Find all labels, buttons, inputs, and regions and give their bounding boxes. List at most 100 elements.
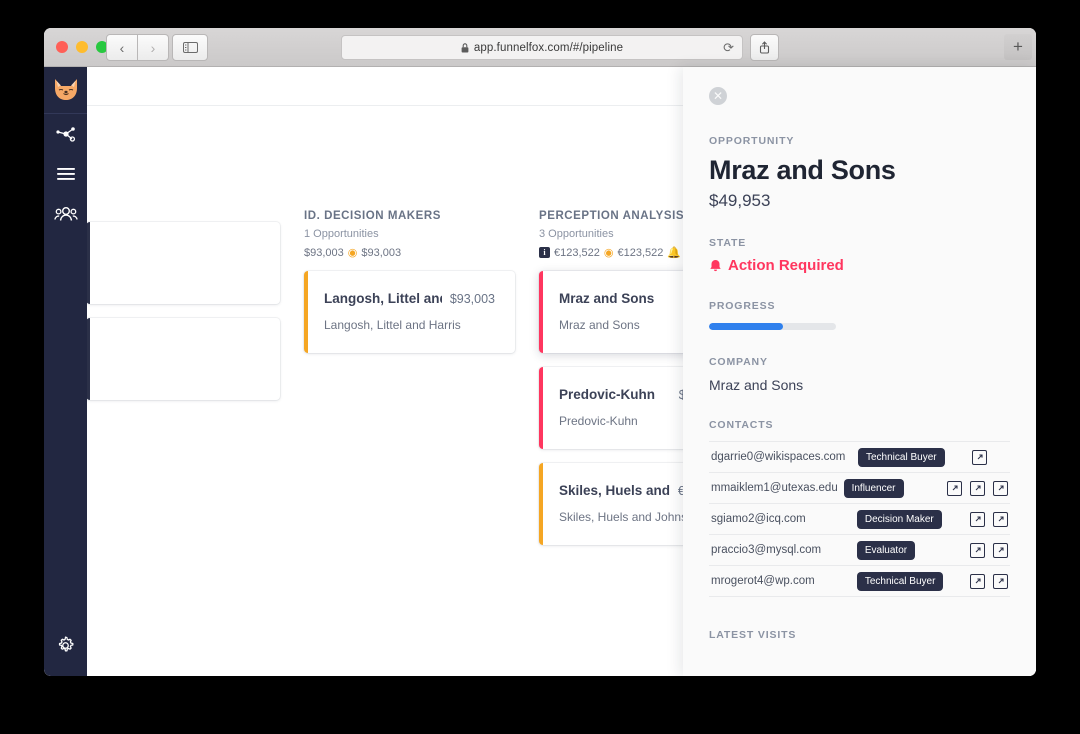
table-row[interactable]: mrogerot4@wp.comTechnical Buyer: [709, 566, 1010, 597]
lock-icon: [461, 43, 469, 53]
url-text: app.funnelfox.com/#/pipeline: [474, 42, 623, 54]
company-value: Mraz and Sons: [709, 377, 1010, 393]
column-stat-value: $93,003: [361, 247, 401, 259]
contact-links[interactable]: [947, 481, 1008, 496]
progress-label: PROGRESS: [709, 300, 1010, 312]
new-tab-button[interactable]: +: [1004, 34, 1032, 60]
app-area: ID. DECISION MAKERS 1 Opportunities $93,00…: [44, 67, 1036, 676]
address-bar[interactable]: app.funnelfox.com/#/pipeline ⟳: [341, 35, 743, 60]
minimize-window-button[interactable]: [76, 41, 88, 53]
open-external-icon[interactable]: [993, 543, 1008, 558]
column-opportunity-count: 1 Opportunities: [304, 228, 515, 240]
eye-icon: ◉: [604, 246, 614, 259]
opportunity-card[interactable]: [87, 222, 280, 304]
contact-role-badge: Influencer: [844, 479, 904, 498]
table-row[interactable]: sgiamo2@icq.comDecision Maker: [709, 504, 1010, 535]
screen: ‹ › app.funnelfox.com/#/pipeline ⟳: [0, 0, 1080, 734]
card-accent-bar: [539, 367, 543, 449]
people-icon: [54, 205, 78, 223]
card-company: [87, 338, 280, 350]
bell-icon: [709, 259, 722, 273]
open-external-icon[interactable]: [947, 481, 962, 496]
column-stat-value: €123,522: [618, 247, 664, 259]
bell-icon: 🔔: [667, 246, 681, 259]
close-icon[interactable]: ✕: [709, 87, 727, 105]
card-title: Skiles, Huels and J…: [559, 483, 670, 498]
open-external-icon[interactable]: [993, 481, 1008, 496]
funnelfox-fox-logo[interactable]: [44, 67, 87, 114]
company-label: COMPANY: [709, 356, 1010, 368]
open-external-icon[interactable]: [970, 574, 985, 589]
state-label: STATE: [709, 237, 1010, 249]
progress-bar: [709, 323, 836, 330]
eye-icon: ◉: [348, 246, 358, 259]
sidebar-item-list[interactable]: [44, 154, 87, 194]
status-badge: Action Required: [709, 257, 1010, 274]
info-icon: i: [539, 247, 550, 258]
contact-links[interactable]: [970, 543, 1008, 558]
contact-email: dgarrie0@wikispaces.com: [711, 451, 858, 463]
contact-links[interactable]: [972, 450, 987, 465]
card-accent-bar: [539, 271, 543, 353]
sidebar-toggle-button[interactable]: [172, 34, 208, 61]
contacts-label: CONTACTS: [709, 419, 1010, 431]
opportunity-detail-panel: ✕ OPPORTUNITY Mraz and Sons $49,953 STAT…: [683, 67, 1036, 676]
contact-role-badge: Decision Maker: [857, 510, 942, 529]
column-title: ID. DECISION MAKERS: [304, 210, 515, 222]
open-external-icon[interactable]: [972, 450, 987, 465]
board-column: [87, 106, 280, 559]
close-window-button[interactable]: [56, 41, 68, 53]
owner-label: OWNER: [709, 675, 1010, 676]
network-graph-icon: [55, 124, 77, 144]
contacts-list: dgarrie0@wikispaces.comTechnical Buyermm…: [709, 441, 1010, 597]
opportunity-card[interactable]: [87, 318, 280, 400]
contact-links[interactable]: [970, 512, 1008, 527]
contact-email: sgiamo2@icq.com: [711, 513, 857, 525]
contact-email: praccio3@mysql.com: [711, 544, 857, 556]
table-row[interactable]: dgarrie0@wikispaces.comTechnical Buyer: [709, 441, 1010, 473]
share-button[interactable]: [750, 34, 779, 61]
left-sidebar: [44, 67, 87, 676]
browser-window: ‹ › app.funnelfox.com/#/pipeline ⟳: [44, 28, 1036, 676]
back-button[interactable]: ‹: [106, 34, 138, 61]
opportunity-card[interactable]: Langosh, Littel and…$93,003Langosh, Litt…: [304, 271, 515, 353]
nav-buttons[interactable]: ‹ ›: [106, 34, 169, 61]
latest-visits-label: LATEST VISITS: [709, 629, 1010, 641]
window-controls[interactable]: [56, 41, 108, 53]
contact-email: mmaiklem1@utexas.edu: [711, 482, 844, 494]
open-external-icon[interactable]: [970, 481, 985, 496]
share-icon: [759, 41, 770, 54]
open-external-icon[interactable]: [970, 512, 985, 527]
sidebar-item-settings[interactable]: [44, 636, 87, 655]
open-external-icon[interactable]: [993, 574, 1008, 589]
table-row[interactable]: mmaiklem1@utexas.eduInfluencer: [709, 473, 1010, 504]
table-row[interactable]: praccio3@mysql.comEvaluator: [709, 535, 1010, 566]
gear-icon: [56, 636, 75, 655]
page-title: Mraz and Sons: [709, 155, 1010, 186]
card-title: Mraz and Sons: [559, 291, 654, 306]
state-value: Action Required: [728, 257, 844, 274]
card-title: Langosh, Littel and…: [324, 291, 442, 306]
opportunity-label: OPPORTUNITY: [709, 135, 1010, 147]
sidebar-item-pipeline[interactable]: [44, 114, 87, 154]
reload-button[interactable]: ⟳: [723, 40, 734, 56]
list-menu-icon: [55, 166, 77, 182]
card-accent-bar: [539, 463, 543, 545]
card-company: Langosh, Littel and Harris: [304, 306, 515, 332]
progress-fill: [709, 323, 783, 330]
column-header: ID. DECISION MAKERS 1 Opportunities $93,00…: [304, 106, 515, 259]
contact-role-badge: Evaluator: [857, 541, 915, 560]
card-title: Predovic-Kuhn: [559, 387, 655, 402]
column-cards: [87, 222, 280, 400]
open-external-icon[interactable]: [970, 543, 985, 558]
contact-links[interactable]: [970, 574, 1008, 589]
column-stats: $93,003◉$93,003: [304, 246, 515, 259]
browser-titlebar: ‹ › app.funnelfox.com/#/pipeline ⟳: [44, 28, 1036, 67]
contact-role-badge: Technical Buyer: [858, 448, 945, 467]
sidebar-item-contacts[interactable]: [44, 194, 87, 234]
column-cards: Langosh, Littel and…$93,003Langosh, Litt…: [304, 271, 515, 353]
opportunity-amount: $49,953: [709, 191, 1010, 211]
card-accent-bar: [87, 318, 90, 400]
open-external-icon[interactable]: [993, 512, 1008, 527]
forward-button[interactable]: ›: [138, 34, 169, 61]
